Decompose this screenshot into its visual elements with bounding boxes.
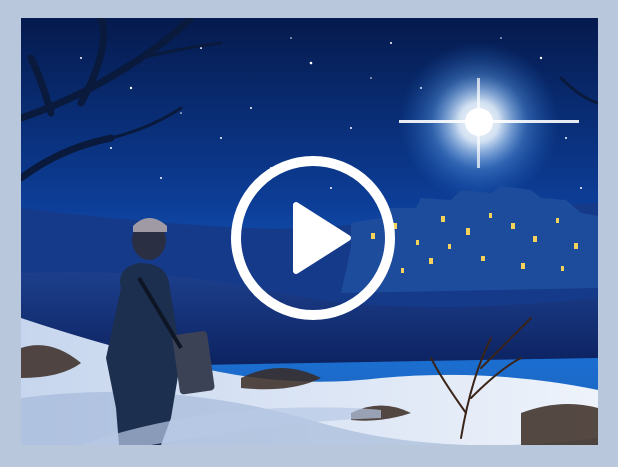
bethlehem-star [465,108,493,136]
play-button[interactable] [228,153,398,323]
video-player[interactable] [21,18,598,445]
video-frame [0,0,618,467]
play-circle-icon [231,156,395,320]
